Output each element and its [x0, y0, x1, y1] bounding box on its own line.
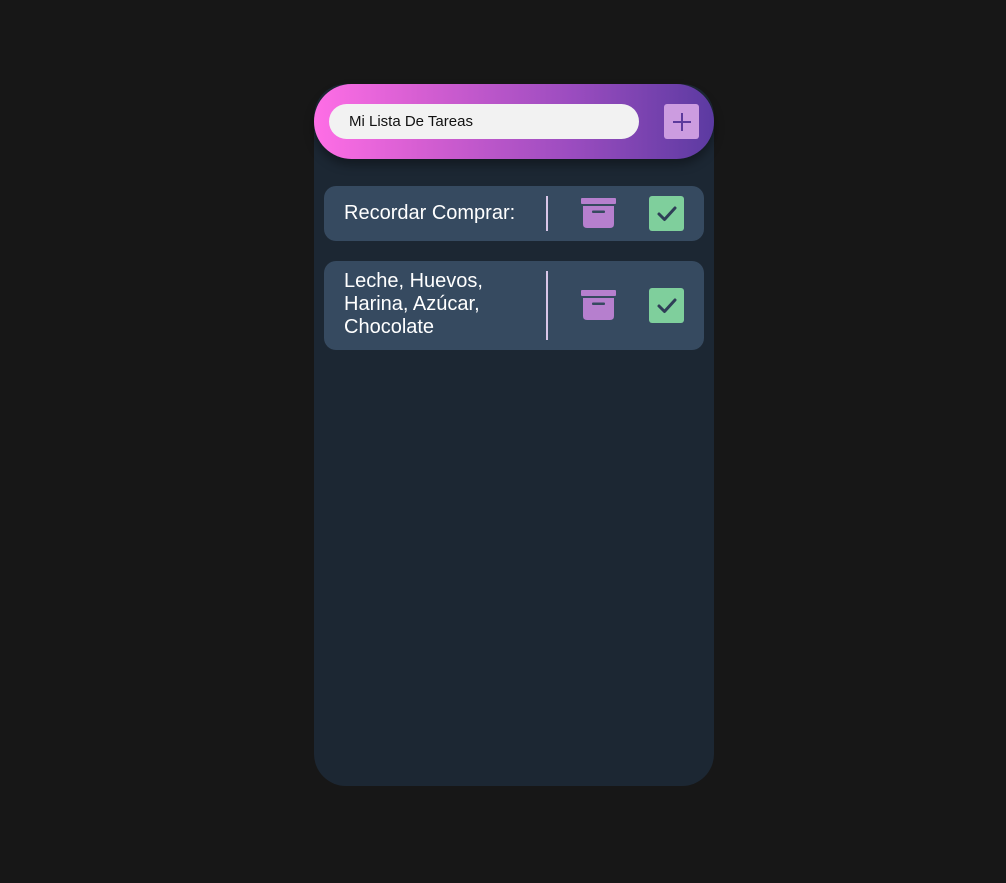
complete-task-button[interactable] — [649, 196, 684, 231]
archive-button[interactable] — [581, 196, 616, 230]
archive-button[interactable] — [581, 288, 616, 322]
check-icon — [657, 298, 676, 313]
archive-icon — [581, 198, 616, 228]
header-bar — [314, 84, 714, 159]
task-item: Leche, Huevos, Harina, Azúcar, Chocolate — [324, 261, 704, 350]
task-divider — [546, 271, 548, 340]
add-task-button[interactable] — [664, 104, 699, 139]
plus-icon — [672, 112, 691, 131]
complete-task-button[interactable] — [649, 288, 684, 323]
archive-icon — [581, 290, 616, 320]
task-item: Recordar Comprar: — [324, 186, 704, 241]
todo-app-panel: Recordar Comprar: Leche, Huevos, Harina,… — [314, 84, 714, 786]
list-title-input[interactable] — [329, 104, 639, 139]
task-text: Leche, Huevos, Harina, Azúcar, Chocolate — [344, 270, 483, 338]
task-divider — [546, 196, 548, 231]
check-icon — [657, 206, 676, 221]
task-text: Recordar Comprar: — [344, 202, 516, 224]
